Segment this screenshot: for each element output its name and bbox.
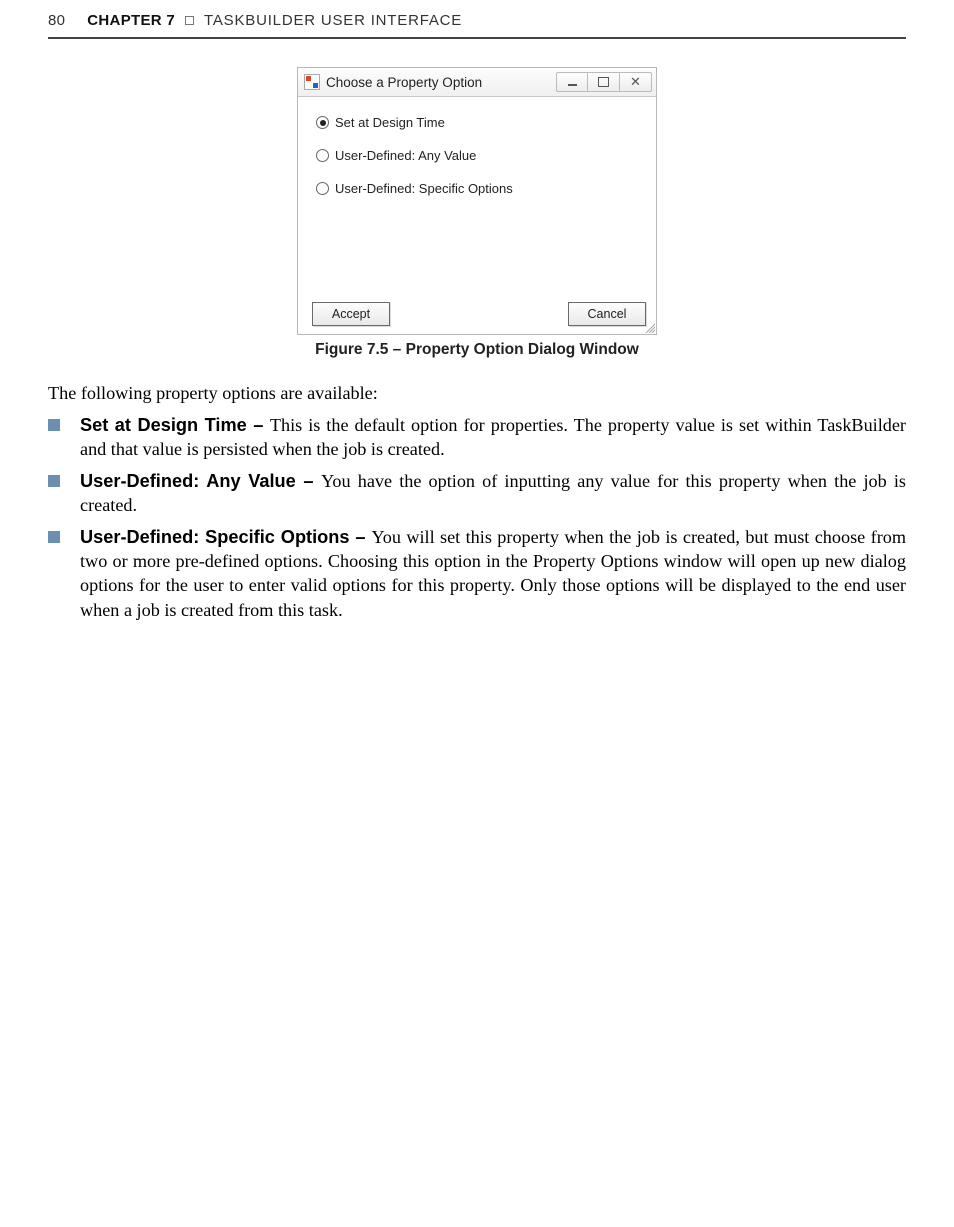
- dialog-title: Choose a Property Option: [326, 75, 556, 90]
- minimize-button[interactable]: [556, 72, 588, 92]
- property-option-dialog: Choose a Property Option ✕ Set at Design…: [297, 67, 657, 335]
- radio-icon: [316, 182, 329, 195]
- resize-grip-icon[interactable]: [643, 321, 655, 333]
- window-controls: ✕: [556, 72, 652, 92]
- list-item: User-Defined: Specific Options – You wil…: [48, 525, 906, 623]
- square-bullet-icon: [48, 531, 60, 543]
- maximize-icon: [598, 77, 609, 87]
- option-list: Set at Design Time – This is the default…: [48, 413, 906, 622]
- square-bullet-icon: [48, 475, 60, 487]
- list-item-title: Set at Design Time –: [80, 415, 270, 435]
- intro-text: The following property options are avail…: [48, 381, 906, 405]
- list-item: User-Defined: Any Value – You have the o…: [48, 469, 906, 518]
- radio-label: User-Defined: Specific Options: [335, 181, 513, 196]
- minimize-icon: [568, 78, 577, 86]
- page-number: 80: [48, 12, 65, 29]
- header-title: TASKBUILDER USER INTERFACE: [204, 12, 462, 29]
- list-item-title: User-Defined: Specific Options –: [80, 527, 371, 547]
- dialog-body: Set at Design Time User-Defined: Any Val…: [297, 97, 657, 335]
- page-header: 80 CHAPTER 7 TASKBUILDER USER INTERFACE: [48, 12, 906, 37]
- radio-label: User-Defined: Any Value: [335, 148, 476, 163]
- radio-option-any-value[interactable]: User-Defined: Any Value: [316, 148, 638, 163]
- header-separator-icon: [185, 16, 194, 25]
- app-icon: [304, 74, 320, 90]
- radio-option-design-time[interactable]: Set at Design Time: [316, 115, 638, 130]
- radio-label: Set at Design Time: [335, 115, 445, 130]
- radio-option-specific-options[interactable]: User-Defined: Specific Options: [316, 181, 638, 196]
- list-item: Set at Design Time – This is the default…: [48, 413, 906, 462]
- header-rule: [48, 37, 906, 39]
- chapter-label: CHAPTER 7: [87, 12, 175, 29]
- square-bullet-icon: [48, 419, 60, 431]
- close-button[interactable]: ✕: [620, 72, 652, 92]
- accept-button[interactable]: Accept: [312, 302, 390, 326]
- radio-icon: [316, 149, 329, 162]
- dialog-button-row: Accept Cancel: [312, 302, 646, 326]
- cancel-button[interactable]: Cancel: [568, 302, 646, 326]
- figure-caption: Figure 7.5 – Property Option Dialog Wind…: [48, 341, 906, 359]
- dialog-titlebar[interactable]: Choose a Property Option ✕: [297, 67, 657, 97]
- list-item-title: User-Defined: Any Value –: [80, 471, 321, 491]
- maximize-button[interactable]: [588, 72, 620, 92]
- close-icon: ✕: [630, 74, 641, 90]
- radio-icon: [316, 116, 329, 129]
